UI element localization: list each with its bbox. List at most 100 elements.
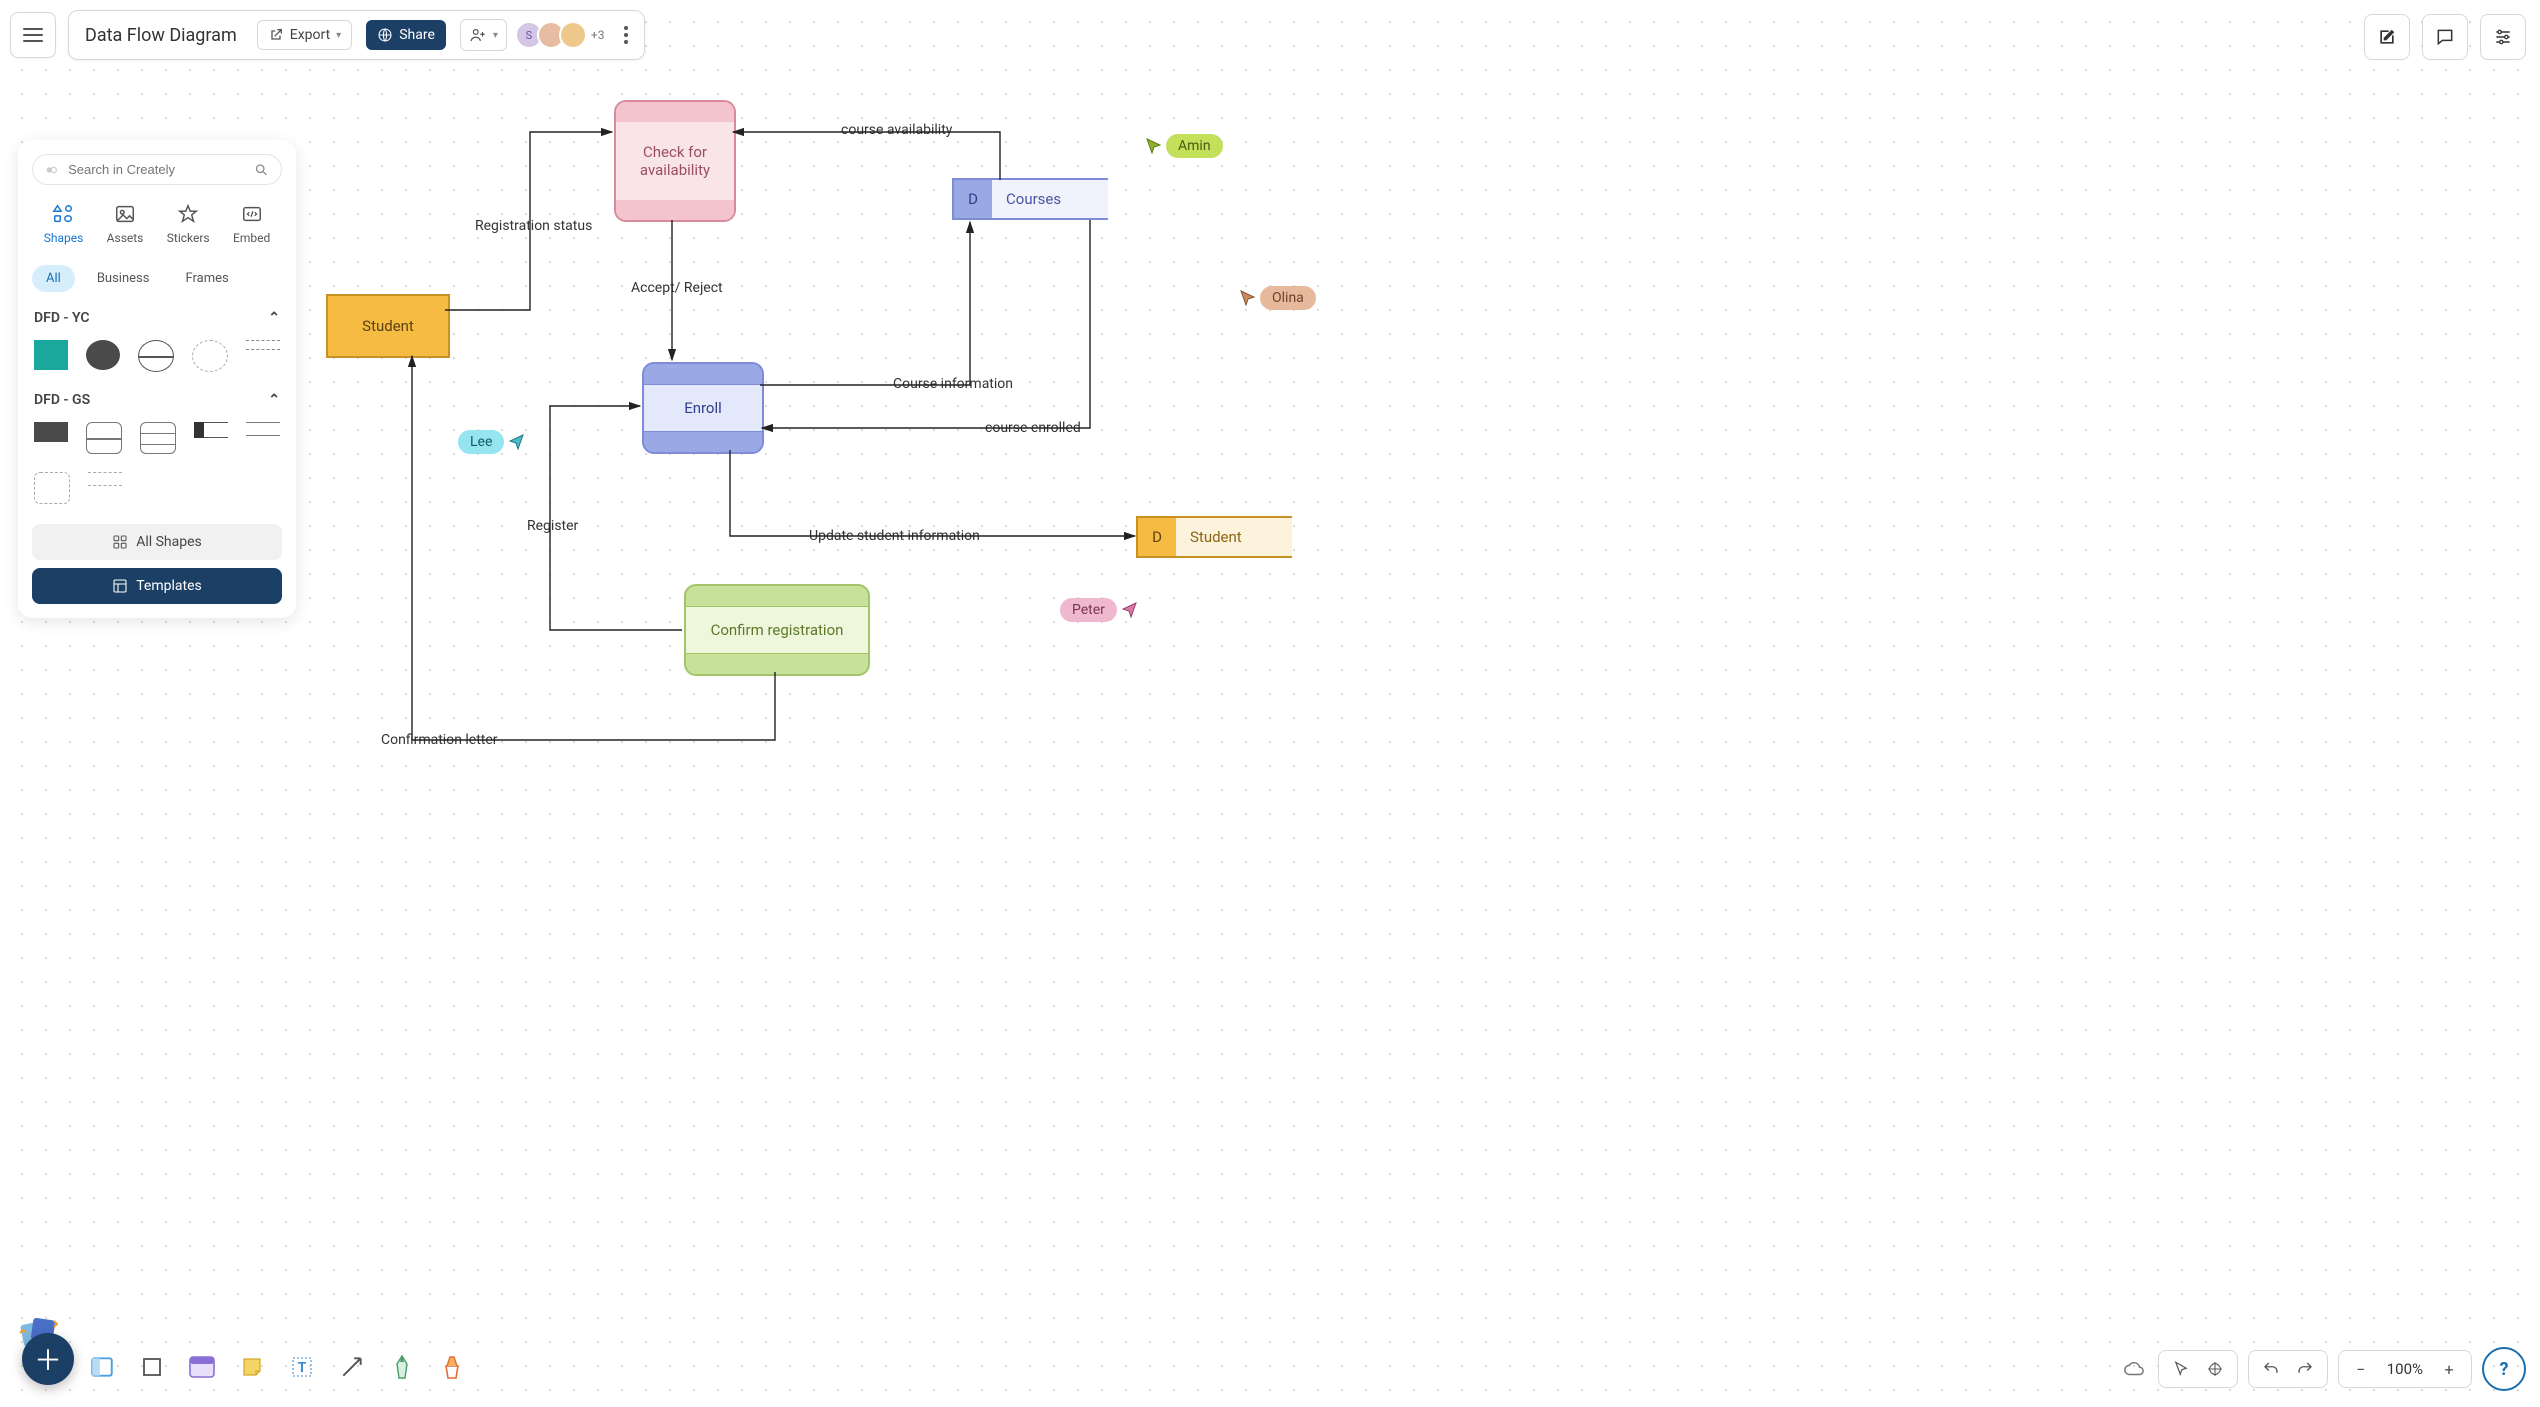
tab-label: Shapes — [44, 231, 84, 245]
chevron-up-icon: ⌃ — [268, 310, 280, 326]
zoom-group: − 100% + — [2338, 1350, 2472, 1388]
pen-icon — [391, 1354, 413, 1380]
invite-icon — [469, 26, 487, 44]
chat-bubble-icon — [2435, 27, 2455, 47]
add-fab-button[interactable]: ＋ — [22, 1333, 74, 1385]
export-label: Export — [290, 27, 330, 43]
caret-down-icon: ▾ — [336, 30, 341, 41]
collaborator-cursor-olina: Olina — [1240, 286, 1316, 310]
search-input[interactable] — [66, 161, 246, 178]
tool-container[interactable] — [86, 1351, 118, 1383]
shape-swatch[interactable] — [140, 422, 176, 454]
shape-swatch[interactable] — [34, 340, 68, 370]
settings-button[interactable] — [2480, 14, 2526, 60]
shape-swatch[interactable] — [246, 422, 280, 436]
more-menu-button[interactable] — [618, 26, 634, 44]
tool-card[interactable] — [186, 1351, 218, 1383]
share-button[interactable]: Share — [366, 20, 446, 50]
tab-stickers[interactable]: Stickers — [161, 199, 216, 249]
star-icon — [177, 203, 199, 225]
undo-redo-group — [2248, 1350, 2328, 1388]
shape-swatch[interactable] — [88, 472, 122, 486]
tab-embed[interactable]: Embed — [227, 199, 276, 249]
section-title: DFD - GS — [34, 392, 90, 408]
export-button[interactable]: Export ▾ — [257, 20, 352, 50]
collaborator-cursor-peter: Peter — [1056, 598, 1137, 622]
shape-swatch[interactable] — [34, 472, 70, 504]
avatar-more-count[interactable]: +3 — [591, 28, 605, 42]
collaborator-name: Peter — [1060, 598, 1117, 622]
document-title[interactable]: Data Flow Diagram — [79, 25, 243, 46]
container-icon — [89, 1354, 115, 1380]
section-title: DFD - YC — [34, 310, 90, 326]
svg-text:T: T — [298, 1360, 307, 1376]
all-shapes-button[interactable]: All Shapes — [32, 524, 282, 560]
avatar[interactable] — [559, 21, 587, 49]
card-icon — [189, 1356, 215, 1378]
undo-button[interactable] — [2257, 1355, 2285, 1383]
shape-swatch[interactable] — [194, 422, 228, 438]
highlighter-icon — [441, 1354, 463, 1380]
templates-button[interactable]: Templates — [32, 568, 282, 604]
tab-assets[interactable]: Assets — [101, 199, 150, 249]
zoom-in-button[interactable]: + — [2435, 1355, 2463, 1383]
share-label: Share — [399, 27, 435, 43]
chip-all[interactable]: All — [32, 265, 75, 292]
tab-label: Stickers — [167, 231, 210, 245]
export-icon — [268, 27, 284, 43]
zoom-out-button[interactable]: − — [2347, 1355, 2375, 1383]
cursor-mode-group — [2158, 1350, 2238, 1388]
collaborator-cursor-amin: Amin — [1146, 134, 1223, 158]
tab-label: Assets — [107, 231, 144, 245]
tool-connector[interactable] — [336, 1351, 368, 1383]
collaborator-cursor-lee: Lee — [454, 430, 524, 454]
arrow-icon — [339, 1354, 365, 1380]
shape-swatch[interactable] — [86, 422, 122, 454]
hamburger-menu-button[interactable] — [10, 12, 56, 58]
button-label: Templates — [136, 578, 202, 594]
tab-shapes[interactable]: Shapes — [38, 199, 90, 249]
connectors-layer — [0, 0, 2540, 1407]
tool-highlighter[interactable] — [436, 1351, 468, 1383]
tool-sticky[interactable] — [236, 1351, 268, 1383]
code-icon — [241, 203, 263, 225]
shape-swatch[interactable] — [192, 340, 228, 372]
tool-pen[interactable] — [386, 1351, 418, 1383]
text-icon: T — [290, 1355, 314, 1379]
image-icon — [114, 203, 136, 225]
help-button[interactable]: ? — [2482, 1347, 2526, 1391]
section-toggle-dfd-yc[interactable]: DFD - YC ⌃ — [32, 302, 282, 334]
chip-business[interactable]: Business — [83, 265, 164, 292]
chevron-up-icon: ⌃ — [268, 392, 280, 408]
pointer-tool[interactable] — [2167, 1355, 2195, 1383]
shape-grid-gs — [32, 416, 282, 516]
shape-swatch[interactable] — [138, 340, 174, 372]
section-toggle-dfd-gs[interactable]: DFD - GS ⌃ — [32, 384, 282, 416]
pencil-box-icon — [2377, 27, 2397, 47]
grid-icon — [112, 534, 128, 550]
cloud-sync-icon[interactable] — [2120, 1355, 2148, 1383]
sticky-icon — [240, 1355, 264, 1379]
pan-tool[interactable] — [2201, 1355, 2229, 1383]
shape-swatch[interactable] — [86, 340, 120, 370]
collaborator-name: Lee — [458, 430, 504, 454]
search-icon — [254, 162, 269, 178]
invite-button[interactable]: ▾ — [460, 19, 507, 51]
tool-rectangle[interactable] — [136, 1351, 168, 1383]
shapes-icon — [52, 203, 74, 225]
logo-icon — [45, 163, 58, 177]
edit-button[interactable] — [2364, 14, 2410, 60]
tab-label: Embed — [233, 231, 270, 245]
shape-swatch[interactable] — [246, 340, 280, 350]
shape-swatch[interactable] — [34, 422, 68, 442]
tool-text[interactable]: T — [286, 1351, 318, 1383]
comments-button[interactable] — [2422, 14, 2468, 60]
collaborator-name: Amin — [1166, 134, 1223, 158]
zoom-level[interactable]: 100% — [2381, 1360, 2429, 1378]
collaborators-avatars[interactable]: S +3 — [521, 21, 605, 49]
search-field[interactable] — [32, 154, 282, 185]
redo-button[interactable] — [2291, 1355, 2319, 1383]
chip-frames[interactable]: Frames — [171, 265, 242, 292]
collaborator-name: Olina — [1260, 286, 1316, 310]
hamburger-icon — [23, 28, 43, 42]
